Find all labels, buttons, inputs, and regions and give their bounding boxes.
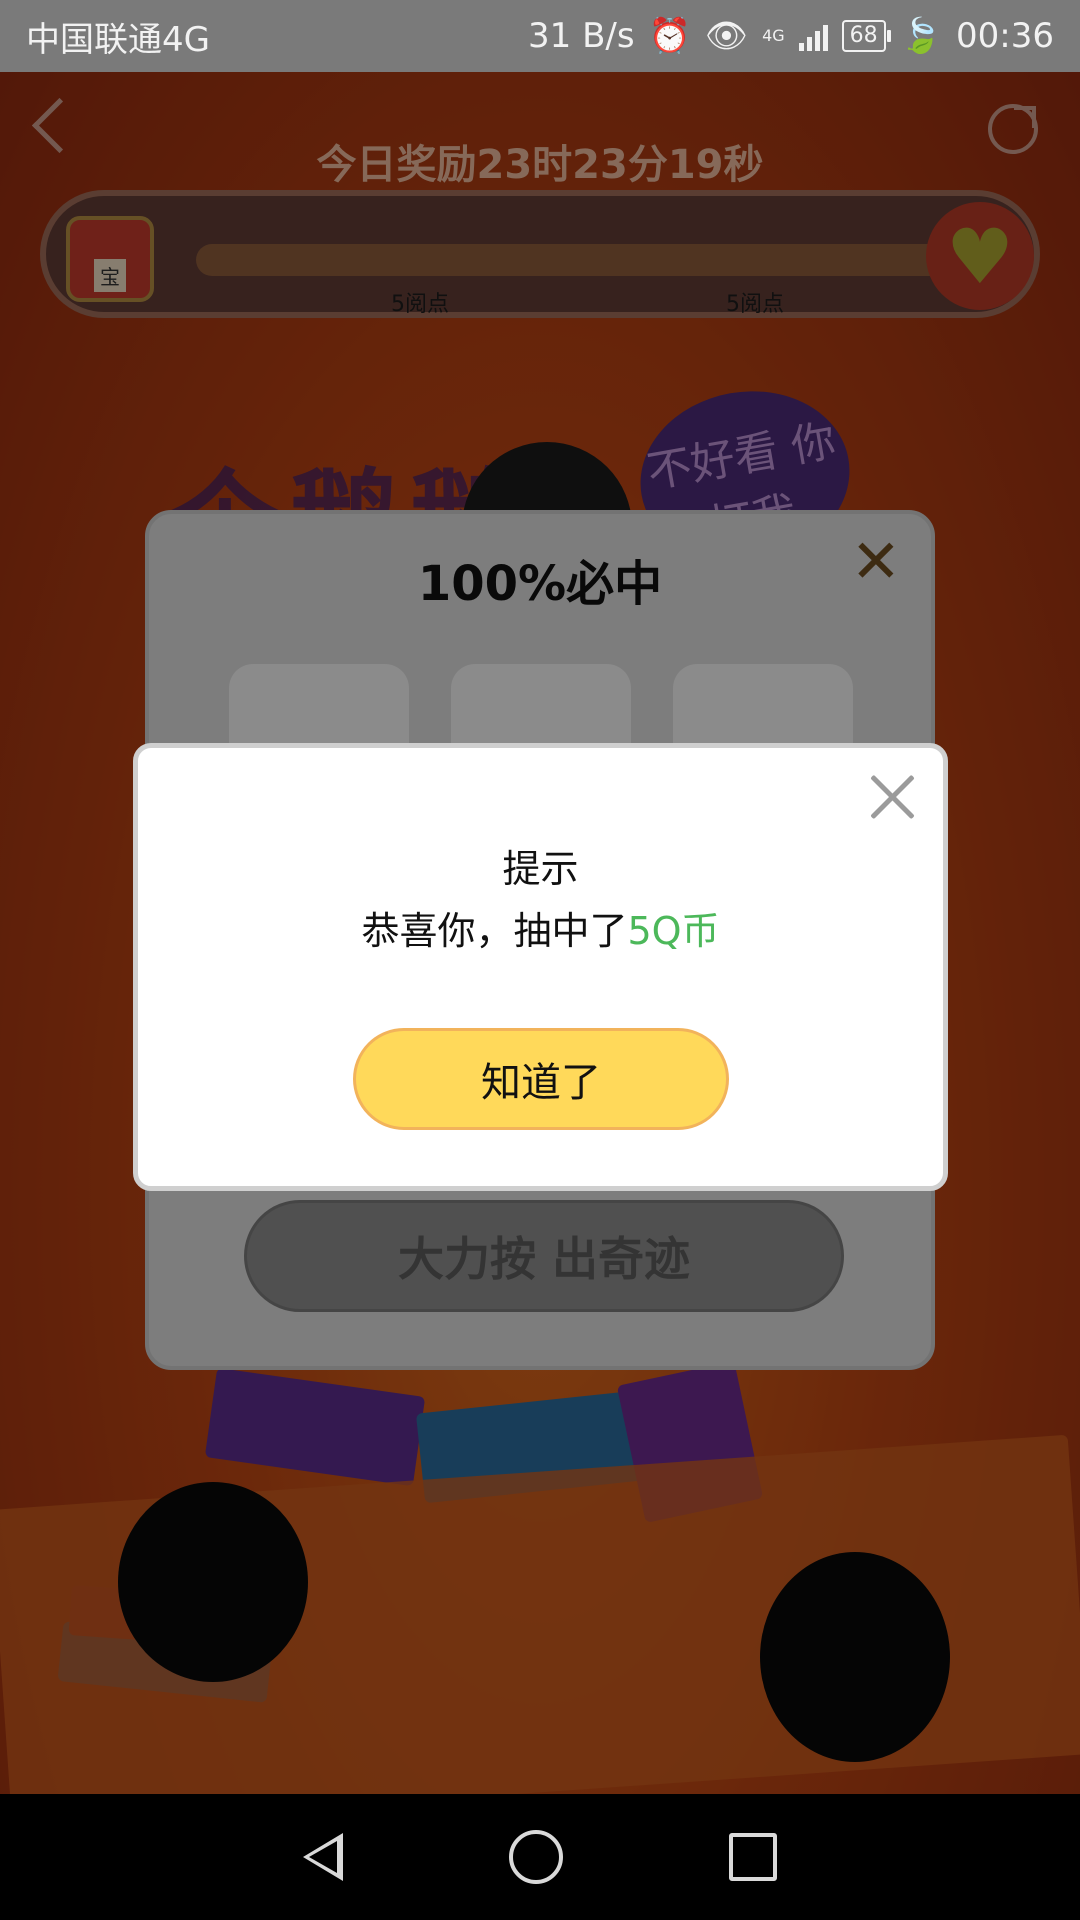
signal-icon	[798, 21, 828, 51]
navigation-bar	[0, 1794, 1080, 1920]
network-speed: 31 B/s	[528, 16, 635, 56]
clock: 00:36	[956, 16, 1054, 56]
result-dialog: 提示 恭喜你，抽中了5Q币 知道了	[133, 743, 948, 1191]
home-icon[interactable]	[509, 1830, 563, 1884]
status-icons: 31 B/s ⏰ 👁 4G 68 🍃 00:36	[528, 16, 1054, 56]
back-icon[interactable]	[303, 1833, 343, 1881]
dialog-title: 提示	[502, 847, 579, 891]
dialog-message: 恭喜你，抽中了5Q币	[138, 900, 943, 955]
status-bar: 中国联通4G 31 B/s ⏰ 👁 4G 68 🍃 00:36	[0, 0, 1080, 72]
prize-name: 5Q币	[627, 909, 720, 953]
got-it-button[interactable]: 知道了	[353, 1028, 729, 1130]
eye-icon: 👁	[704, 16, 749, 56]
alarm-icon: ⏰	[648, 16, 691, 56]
battery-icon: 68	[841, 20, 891, 52]
leaf-icon: 🍃	[899, 16, 943, 56]
close-icon[interactable]	[867, 772, 917, 822]
message-text: 恭喜你，抽中了	[361, 909, 628, 953]
recent-apps-icon[interactable]	[729, 1833, 777, 1881]
network-type: 4G	[762, 26, 785, 45]
carrier-label: 中国联通4G	[26, 19, 210, 60]
